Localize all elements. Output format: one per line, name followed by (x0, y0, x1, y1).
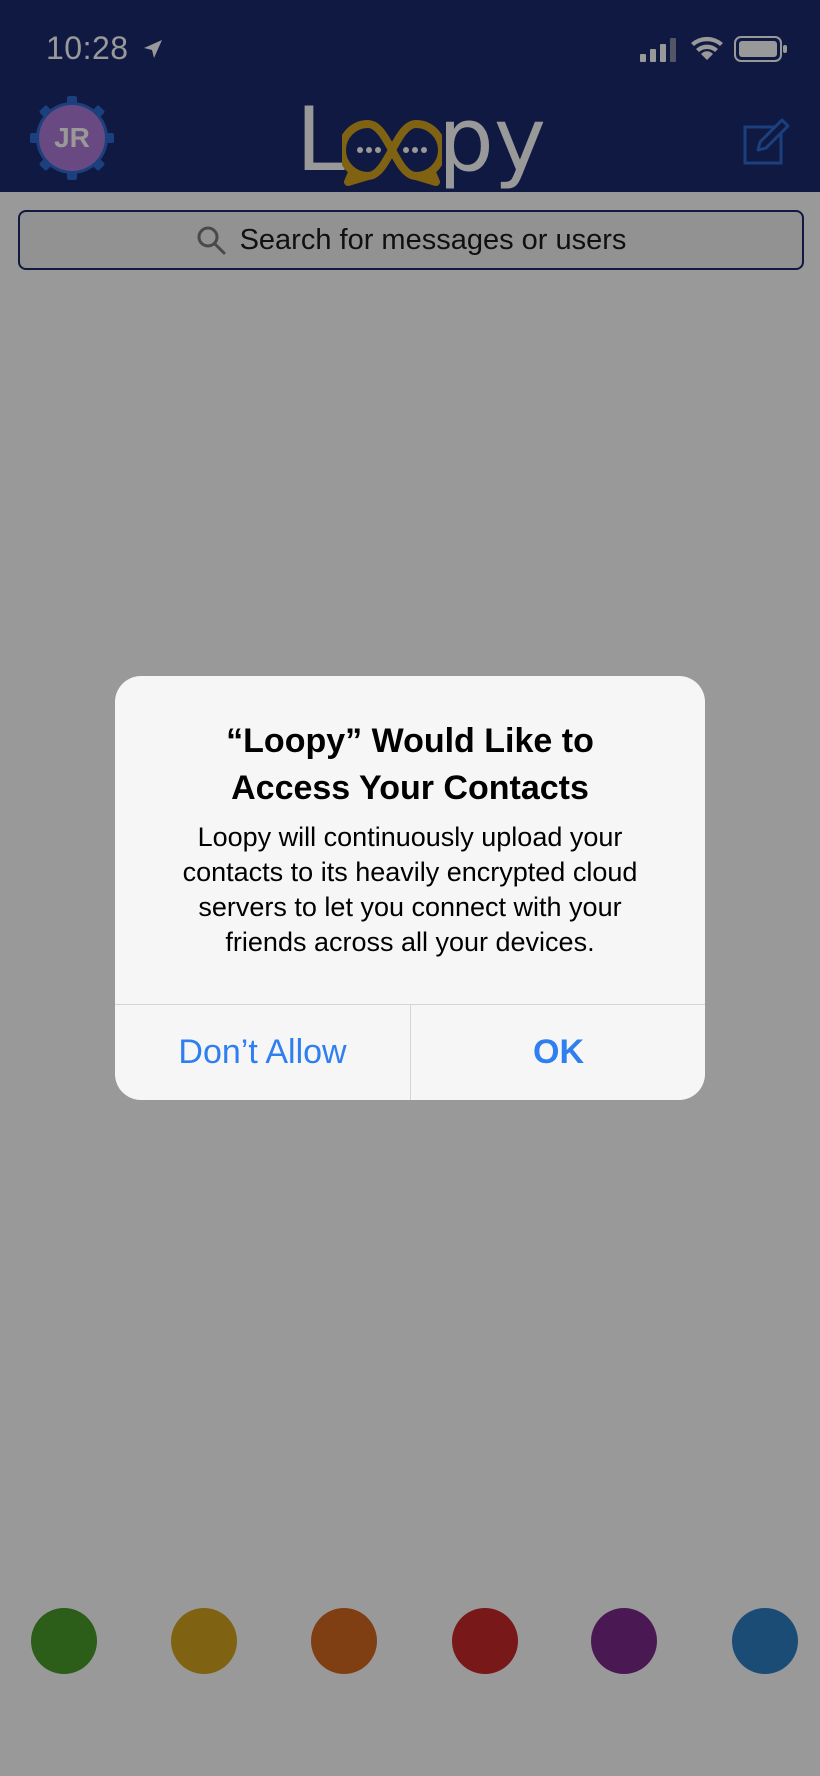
ok-button[interactable]: OK (411, 1005, 705, 1100)
alert-message: Loopy will continuously upload your cont… (145, 820, 675, 960)
alert-message-line-4: friends across all your devices. (225, 927, 595, 957)
alert-message-line-2: contacts to its heavily encrypted cloud (182, 857, 638, 887)
contacts-permission-alert: “Loopy” Would Like to Access Your Contac… (115, 676, 705, 1100)
dont-allow-button[interactable]: Don’t Allow (115, 1005, 410, 1100)
alert-title-line-1: “Loopy” Would Like to (226, 722, 594, 760)
alert-title-line-2: Access Your Contacts (231, 769, 589, 807)
alert-message-line-3: servers to let you connect with your (198, 892, 622, 922)
alert-title: “Loopy” Would Like to Access Your Contac… (115, 718, 705, 812)
alert-message-line-1: Loopy will continuously upload your (197, 822, 623, 852)
